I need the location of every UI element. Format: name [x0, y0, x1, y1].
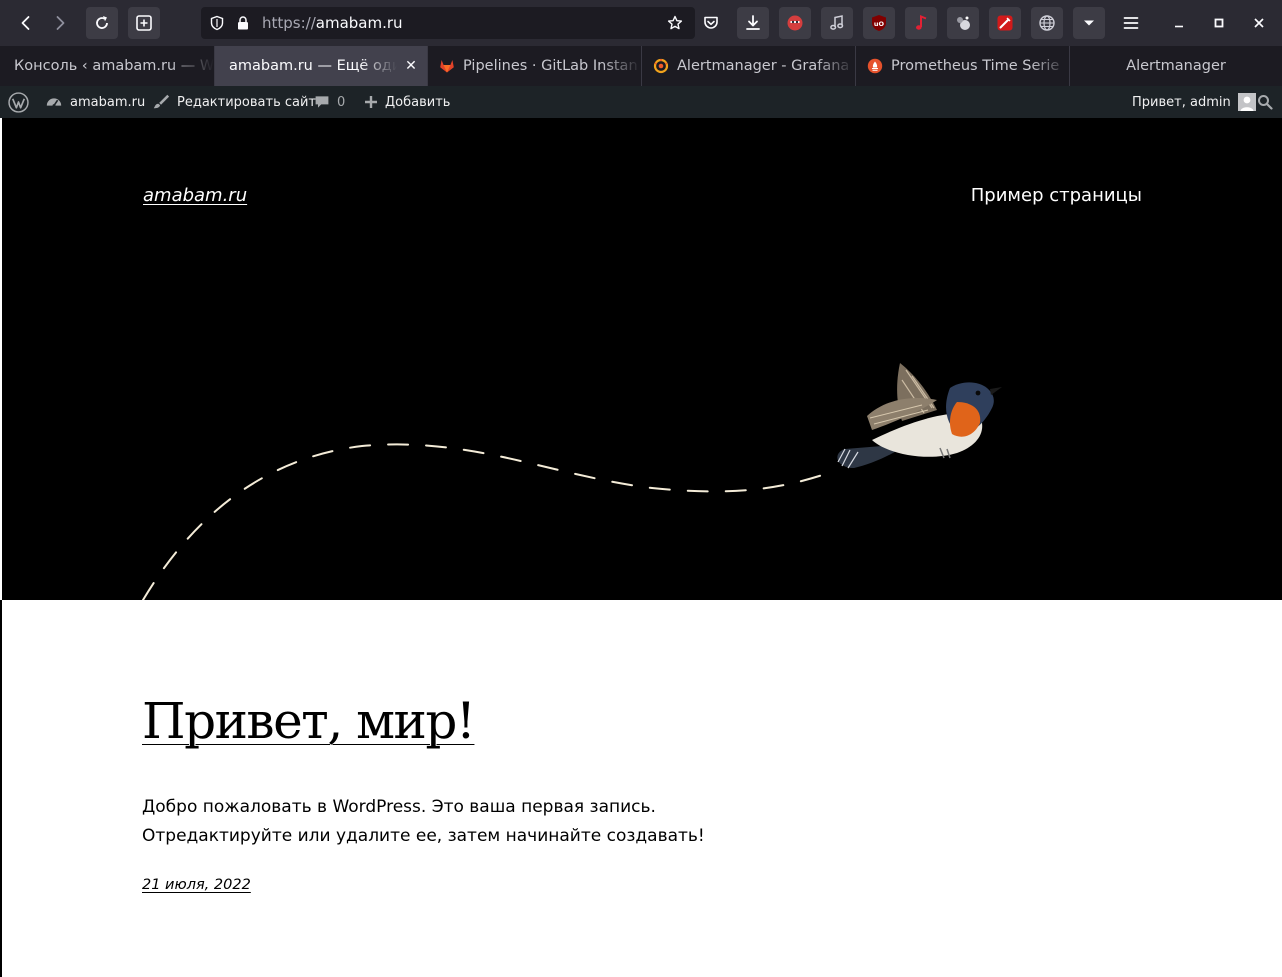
- extensions-overflow-button[interactable]: [1073, 7, 1105, 39]
- tab-close-icon[interactable]: ✕: [403, 58, 419, 74]
- bird-illustration: [837, 363, 1002, 469]
- avatar: [1237, 93, 1256, 111]
- add-new-menu[interactable]: Добавить: [364, 86, 450, 118]
- tab-label: Pipelines · GitLab Instan: [463, 58, 638, 74]
- admin-bar-search[interactable]: [1257, 86, 1280, 118]
- wordpress-logo-icon: [8, 91, 29, 113]
- tab-label: Prometheus Time Serie: [891, 58, 1060, 74]
- tab-label: Alertmanager: [1126, 58, 1226, 74]
- search-icon: [1258, 95, 1273, 110]
- address-bar[interactable]: https://amabam.ru: [201, 7, 695, 39]
- globe-icon: [1039, 15, 1055, 31]
- extension-button-5[interactable]: [947, 7, 979, 39]
- dashboard-gauge-icon: [46, 98, 62, 108]
- reload-icon: [96, 16, 108, 29]
- app-menu-button[interactable]: [1115, 7, 1147, 39]
- edit-site-label: Редактировать сайт: [177, 94, 317, 110]
- site-name-label: amabam.ru: [70, 94, 146, 110]
- extension-button-2[interactable]: [821, 7, 853, 39]
- pocket-icon: [704, 16, 718, 29]
- site-header-cover: amabam.ru Пример страницы: [2, 118, 1282, 600]
- url-scheme: https://: [262, 14, 316, 32]
- download-icon: [746, 15, 760, 30]
- greeting-label: Привет, admin: [1132, 94, 1231, 110]
- plus-icon: [365, 96, 377, 108]
- tab-strip: Консоль ‹ amabam.ru — W amabam.ru — Ещё …: [0, 46, 1282, 86]
- browser-window: https://amabam.ru uO Консоль ‹ amabam.ru…: [0, 0, 1282, 977]
- site-name-menu[interactable]: amabam.ru: [45, 86, 145, 118]
- tab-gitlab-pipelines[interactable]: Pipelines · GitLab Instan: [428, 46, 642, 86]
- url-text[interactable]: https://amabam.ru: [262, 7, 403, 39]
- maximize-icon: [1214, 18, 1224, 28]
- paintbrush-icon: [153, 94, 170, 109]
- site-title-link[interactable]: amabam.ru: [143, 185, 247, 206]
- url-host: amabam.ru: [315, 14, 403, 32]
- reload-button[interactable]: [86, 7, 118, 39]
- post-date-link[interactable]: 21 июля, 2022: [142, 877, 251, 893]
- back-arrow-icon: [21, 16, 30, 30]
- bookmark-star-icon[interactable]: [667, 15, 683, 31]
- minimize-icon: [1175, 25, 1183, 28]
- window-left-edge: [0, 600, 2, 977]
- music-note-outline-icon: [830, 15, 844, 30]
- extension-button-3[interactable]: uO: [863, 7, 895, 39]
- new-tab-icon: [136, 15, 152, 31]
- forward-button[interactable]: [44, 7, 76, 39]
- red-music-note-icon: [916, 15, 927, 30]
- ublock-origin-icon: uO: [872, 15, 886, 31]
- post-title-link[interactable]: Привет, мир!: [142, 692, 476, 750]
- tab-prometheus[interactable]: Prometheus Time Serie: [856, 46, 1070, 86]
- pocket-button[interactable]: [695, 7, 727, 39]
- hamburger-menu-icon: [1123, 17, 1139, 29]
- forward-arrow-icon: [56, 16, 65, 30]
- wp-logo-menu[interactable]: [8, 86, 36, 118]
- tab-wordpress-console[interactable]: Консоль ‹ amabam.ru — W: [0, 46, 215, 86]
- prometheus-icon: [867, 58, 883, 74]
- chevron-down-icon: [1084, 20, 1094, 26]
- extension-button-6[interactable]: [989, 7, 1021, 39]
- comments-link[interactable]: 0: [314, 86, 345, 118]
- gitlab-icon: [440, 60, 454, 73]
- downloads-button[interactable]: [737, 7, 769, 39]
- minimize-window-button[interactable]: [1167, 11, 1191, 35]
- lock-icon[interactable]: [235, 15, 251, 31]
- browser-toolbar: https://amabam.ru uO: [0, 0, 1282, 46]
- dashed-flight-path: [142, 443, 838, 600]
- tab-alertmanager[interactable]: Alertmanager: [1070, 46, 1282, 86]
- close-icon: [1254, 18, 1264, 28]
- tracking-shield-icon[interactable]: [209, 15, 225, 31]
- add-new-label: Добавить: [385, 94, 451, 110]
- red-pen-extension-icon: [997, 15, 1013, 31]
- comment-bubble-icon: [315, 96, 329, 108]
- extension-button-4[interactable]: [905, 7, 937, 39]
- red-mascot-extension-icon: [787, 15, 803, 31]
- post-excerpt: Добро пожаловать в WordPress. Это ваша п…: [142, 797, 705, 846]
- my-account-menu[interactable]: Привет, admin: [1132, 86, 1256, 118]
- tab-label: amabam.ru — Ещё оди: [229, 58, 397, 74]
- tab-grafana-alertmanager[interactable]: Alertmanager - Grafana: [642, 46, 856, 86]
- wp-admin-bar: amabam.ru Редактировать сайт 0 Добавить …: [0, 86, 1282, 118]
- extension-button-7[interactable]: [1031, 7, 1063, 39]
- edit-site-link[interactable]: Редактировать сайт: [152, 86, 316, 118]
- tab-label: Alertmanager - Grafana: [677, 58, 850, 74]
- comments-count: 0: [337, 94, 346, 110]
- back-button[interactable]: [10, 7, 42, 39]
- maximize-window-button[interactable]: [1207, 11, 1231, 35]
- nav-sample-page-link[interactable]: Пример страницы: [971, 185, 1142, 206]
- close-window-button[interactable]: [1247, 11, 1271, 35]
- new-tab-button[interactable]: [128, 7, 160, 39]
- extension-button-1[interactable]: [779, 7, 811, 39]
- grafana-icon: [653, 58, 669, 74]
- svg-text:uO: uO: [874, 20, 885, 28]
- tab-label: Консоль ‹ amabam.ru — W: [14, 58, 214, 74]
- tab-amabam-active[interactable]: amabam.ru — Ещё оди ✕: [215, 46, 428, 86]
- spheres-extension-icon: [957, 16, 970, 30]
